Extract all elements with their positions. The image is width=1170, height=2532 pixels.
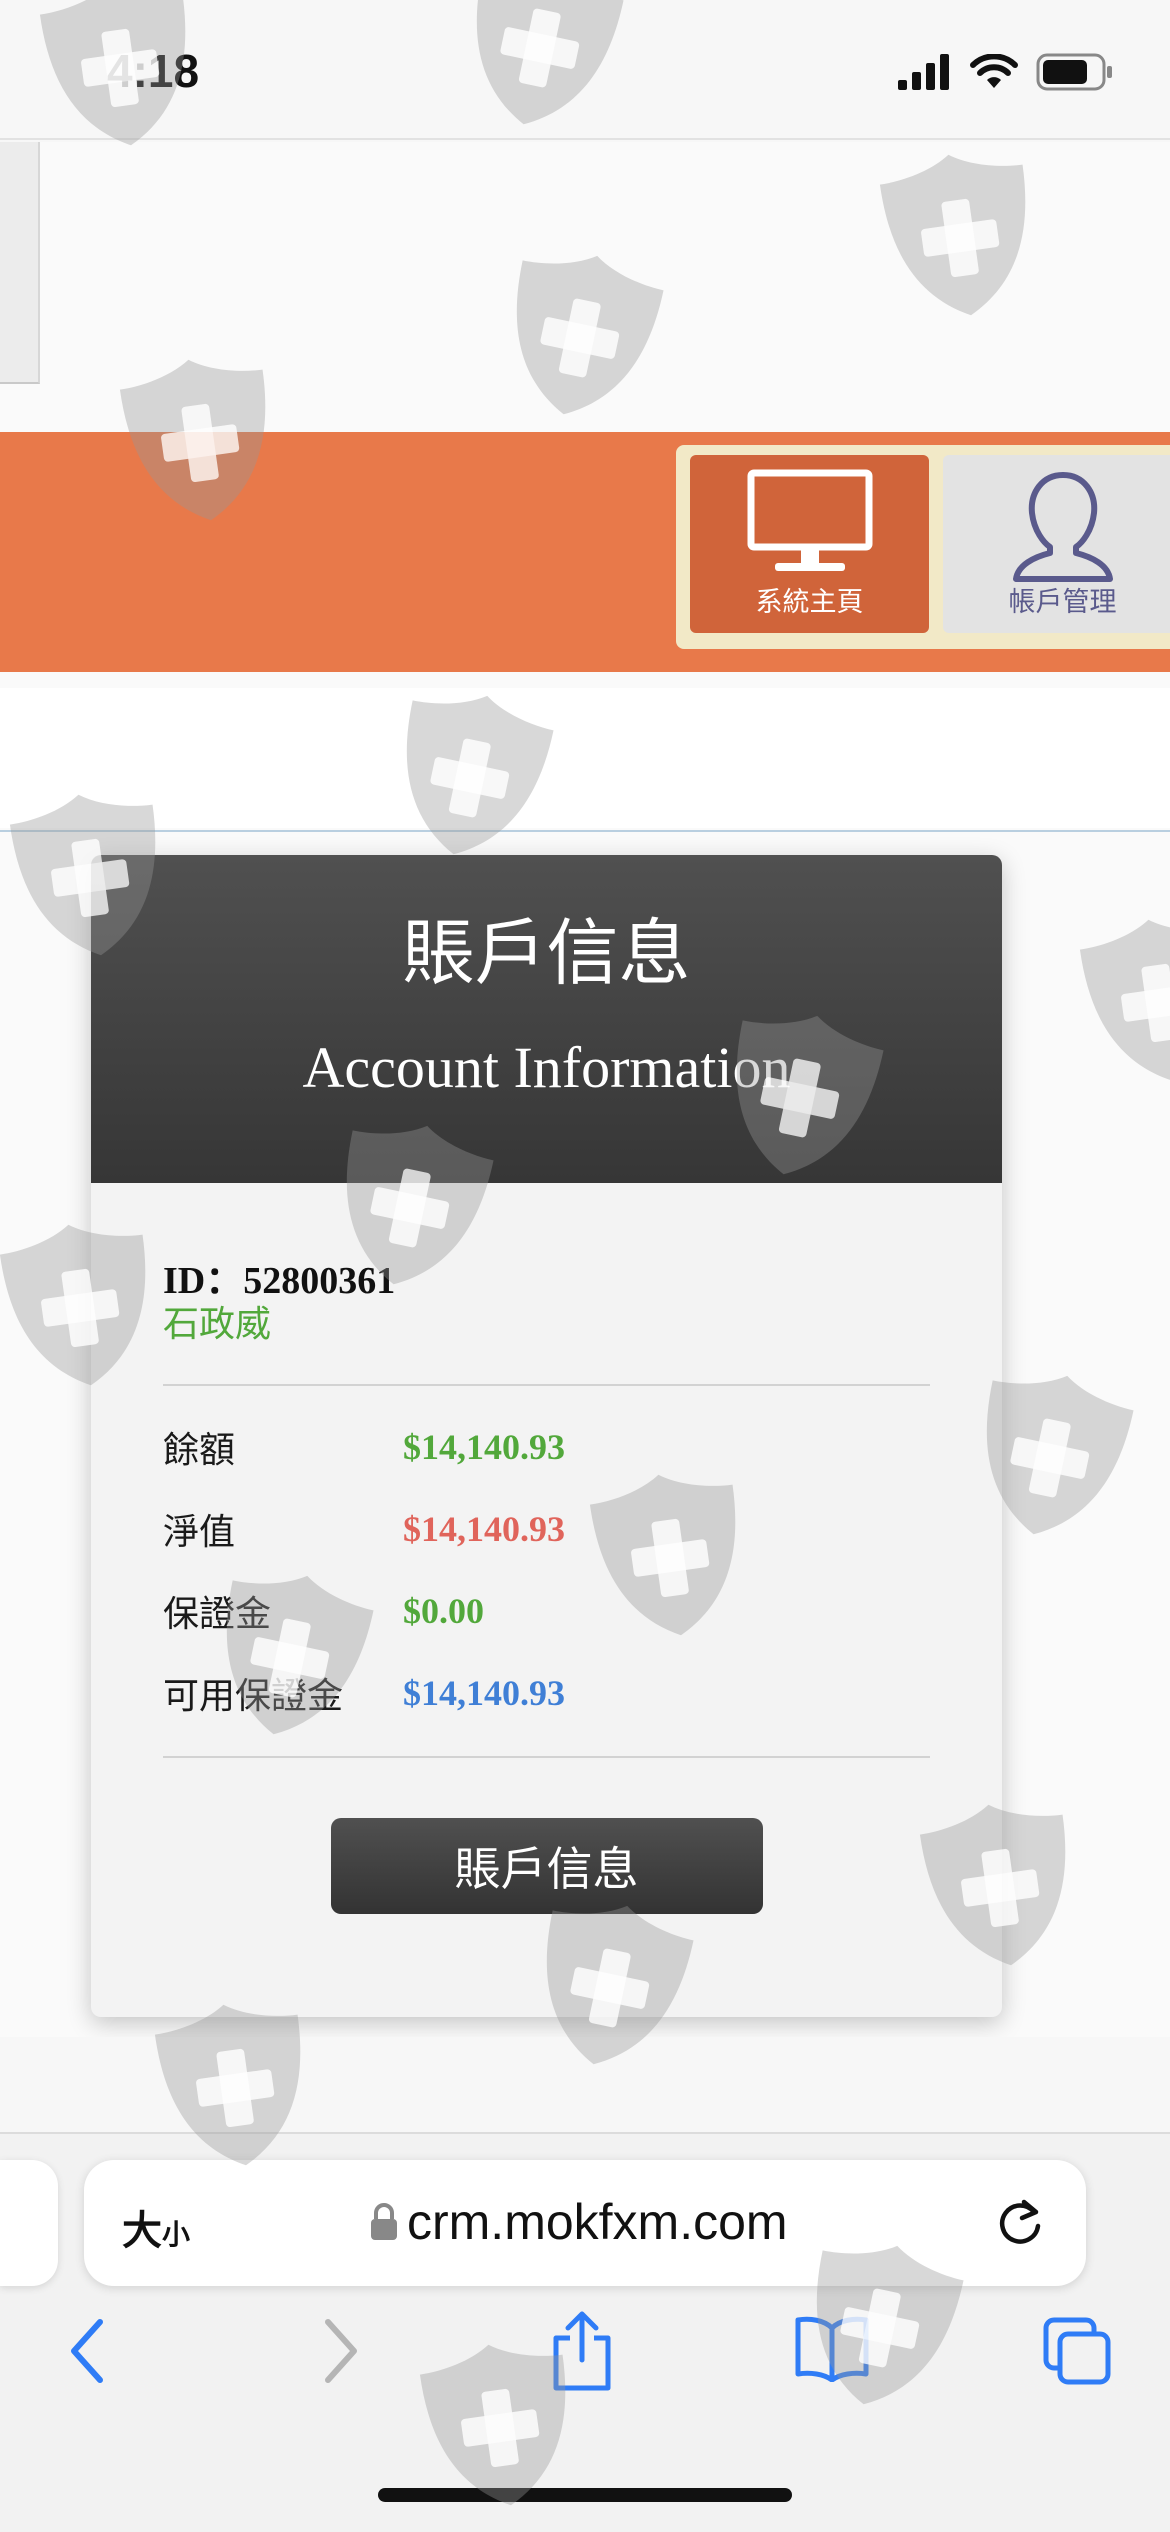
- stat-value: $14,140.93: [403, 1672, 565, 1713]
- account-stats: 餘額 $14,140.93 淨值 $14,140.93 保證金 $0.00 可用…: [163, 1406, 930, 1734]
- stat-value: $14,140.93: [403, 1508, 565, 1549]
- account-info-card: 賬戶信息 Account Information ID：52800361 石政威…: [91, 855, 1002, 2017]
- share-icon[interactable]: [548, 2308, 616, 2392]
- nav-item-home[interactable]: 系統主頁: [690, 455, 929, 633]
- card-body: ID：52800361 石政威 餘額 $14,140.93 淨值 $14,140…: [91, 1260, 1002, 1914]
- card-header: 賬戶信息 Account Information: [91, 855, 1002, 1183]
- status-time: 4:18: [107, 45, 200, 97]
- stat-row-equity: 淨值 $14,140.93: [163, 1488, 930, 1570]
- stat-value: $0.00: [403, 1590, 484, 1631]
- previous-tab-preview[interactable]: [0, 2160, 58, 2286]
- text-size-button[interactable]: 大小: [122, 2198, 190, 2256]
- reload-icon[interactable]: [994, 2196, 1046, 2248]
- tabs-icon[interactable]: [1042, 2316, 1112, 2386]
- stat-label: 淨值: [163, 1511, 236, 1553]
- stat-label: 可用保證金: [163, 1675, 344, 1717]
- divider-line: [0, 830, 1170, 832]
- stat-label: 餘額: [163, 1429, 236, 1471]
- stat-value: $14,140.93: [403, 1426, 565, 1467]
- url-text: crm.mokfxm.com: [407, 2194, 788, 2250]
- card-divider-bottom: [163, 1755, 930, 1758]
- signal-icon: [898, 54, 949, 90]
- bookmarks-icon[interactable]: [794, 2316, 870, 2382]
- account-id: ID：52800361: [163, 1260, 396, 1302]
- card-title: 賬戶信息: [402, 911, 691, 995]
- account-holder-name: 石政威: [163, 1303, 272, 1345]
- stat-row-balance: 餘額 $14,140.93: [163, 1406, 930, 1488]
- card-divider-top: [163, 1383, 930, 1386]
- user-icon: [1012, 472, 1113, 582]
- nav-item-account-management[interactable]: 帳戶管理: [943, 455, 1170, 633]
- status-icons: [896, 50, 1114, 94]
- status-bar: 4:18: [0, 0, 1170, 140]
- lock-icon: [371, 2203, 397, 2240]
- text-size-label-big: 大: [122, 2208, 162, 2254]
- url-display[interactable]: crm.mokfxm.com: [369, 2190, 788, 2254]
- stat-label: 保證金: [163, 1593, 272, 1635]
- home-indicator[interactable]: [378, 2488, 792, 2502]
- text-size-label-small: 小: [162, 2218, 191, 2251]
- browser-bottom-bar: 大小 crm.mokfxm.com: [0, 2132, 1170, 2532]
- header-nav-bar: 系統主頁 帳戶管理: [0, 432, 1170, 672]
- content-spacer: [0, 688, 1170, 828]
- back-icon[interactable]: [64, 2316, 110, 2386]
- battery-icon: [1036, 53, 1112, 91]
- monitor-icon: [747, 469, 872, 571]
- side-panel-edge: [0, 142, 40, 384]
- web-page: 系統主頁 帳戶管理 賬戶信息 Account Information ID：52…: [0, 142, 1170, 2037]
- forward-icon[interactable]: [318, 2316, 364, 2386]
- card-subtitle: Account Information: [302, 1035, 791, 1100]
- nav-item-home-label: 系統主頁: [755, 587, 864, 618]
- browser-toolbar: [0, 2311, 1170, 2406]
- stat-row-margin: 保證金 $0.00: [163, 1570, 930, 1652]
- account-info-button[interactable]: 賬戶信息: [330, 1817, 763, 1914]
- nav-menu: 系統主頁 帳戶管理: [676, 445, 1170, 649]
- stat-row-free-margin: 可用保證金 $14,140.93: [163, 1652, 930, 1734]
- address-bar[interactable]: 大小 crm.mokfxm.com: [84, 2160, 1086, 2286]
- nav-item-account-management-label: 帳戶管理: [1008, 587, 1117, 618]
- wifi-icon: [970, 54, 1018, 88]
